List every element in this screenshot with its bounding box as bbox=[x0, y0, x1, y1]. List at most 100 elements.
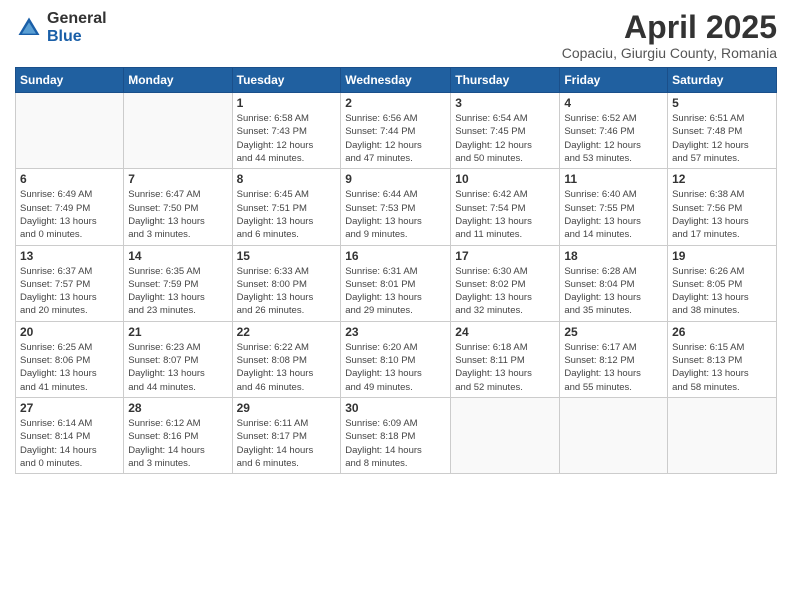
day-info: Sunrise: 6:58 AMSunset: 7:43 PMDaylight:… bbox=[237, 112, 337, 165]
col-thursday: Thursday bbox=[451, 68, 560, 93]
day-info: Sunrise: 6:45 AMSunset: 7:51 PMDaylight:… bbox=[237, 188, 337, 241]
day-info: Sunrise: 6:12 AMSunset: 8:16 PMDaylight:… bbox=[128, 417, 227, 470]
day-number: 13 bbox=[20, 249, 119, 263]
table-row: 18 Sunrise: 6:28 AMSunset: 8:04 PMDayligh… bbox=[560, 245, 668, 321]
day-info: Sunrise: 6:20 AMSunset: 8:10 PMDaylight:… bbox=[345, 341, 446, 394]
table-row: 20 Sunrise: 6:25 AMSunset: 8:06 PMDayligh… bbox=[16, 321, 124, 397]
day-info: Sunrise: 6:30 AMSunset: 8:02 PMDaylight:… bbox=[455, 265, 555, 318]
day-info: Sunrise: 6:23 AMSunset: 8:07 PMDaylight:… bbox=[128, 341, 227, 394]
col-sunday: Sunday bbox=[16, 68, 124, 93]
table-row bbox=[16, 93, 124, 169]
day-info: Sunrise: 6:44 AMSunset: 7:53 PMDaylight:… bbox=[345, 188, 446, 241]
day-number: 3 bbox=[455, 96, 555, 110]
day-number: 10 bbox=[455, 172, 555, 186]
day-info: Sunrise: 6:56 AMSunset: 7:44 PMDaylight:… bbox=[345, 112, 446, 165]
table-row: 8 Sunrise: 6:45 AMSunset: 7:51 PMDaylight… bbox=[232, 169, 341, 245]
day-info: Sunrise: 6:31 AMSunset: 8:01 PMDaylight:… bbox=[345, 265, 446, 318]
day-number: 9 bbox=[345, 172, 446, 186]
table-row: 29 Sunrise: 6:11 AMSunset: 8:17 PMDayligh… bbox=[232, 397, 341, 473]
logo: General Blue bbox=[15, 10, 107, 45]
table-row: 16 Sunrise: 6:31 AMSunset: 8:01 PMDayligh… bbox=[341, 245, 451, 321]
col-monday: Monday bbox=[124, 68, 232, 93]
header: General Blue April 2025 Copaciu, Giurgiu… bbox=[15, 10, 777, 61]
table-row: 26 Sunrise: 6:15 AMSunset: 8:13 PMDayligh… bbox=[668, 321, 777, 397]
logo-blue: Blue bbox=[47, 28, 107, 46]
table-row: 3 Sunrise: 6:54 AMSunset: 7:45 PMDaylight… bbox=[451, 93, 560, 169]
logo-icon bbox=[15, 14, 43, 42]
table-row: 23 Sunrise: 6:20 AMSunset: 8:10 PMDayligh… bbox=[341, 321, 451, 397]
day-info: Sunrise: 6:47 AMSunset: 7:50 PMDaylight:… bbox=[128, 188, 227, 241]
day-info: Sunrise: 6:17 AMSunset: 8:12 PMDaylight:… bbox=[564, 341, 663, 394]
calendar-header-row: Sunday Monday Tuesday Wednesday Thursday… bbox=[16, 68, 777, 93]
day-number: 11 bbox=[564, 172, 663, 186]
calendar-subtitle: Copaciu, Giurgiu County, Romania bbox=[562, 45, 777, 61]
day-info: Sunrise: 6:14 AMSunset: 8:14 PMDaylight:… bbox=[20, 417, 119, 470]
day-number: 22 bbox=[237, 325, 337, 339]
table-row: 14Sunrise: 6:35 AMSunset: 7:59 PMDayligh… bbox=[124, 245, 232, 321]
day-number: 12 bbox=[672, 172, 772, 186]
day-info: Sunrise: 6:15 AMSunset: 8:13 PMDaylight:… bbox=[672, 341, 772, 394]
calendar-week-2: 6Sunrise: 6:49 AMSunset: 7:49 PMDaylight… bbox=[16, 169, 777, 245]
day-number: 14 bbox=[128, 249, 227, 263]
day-number: 1 bbox=[237, 96, 337, 110]
col-tuesday: Tuesday bbox=[232, 68, 341, 93]
table-row: 7 Sunrise: 6:47 AMSunset: 7:50 PMDaylight… bbox=[124, 169, 232, 245]
table-row: 24 Sunrise: 6:18 AMSunset: 8:11 PMDayligh… bbox=[451, 321, 560, 397]
day-info: Sunrise: 6:49 AMSunset: 7:49 PMDaylight:… bbox=[20, 188, 119, 241]
table-row: 10 Sunrise: 6:42 AMSunset: 7:54 PMDayligh… bbox=[451, 169, 560, 245]
calendar-table: Sunday Monday Tuesday Wednesday Thursday… bbox=[15, 67, 777, 474]
day-info: Sunrise: 6:09 AMSunset: 8:18 PMDaylight:… bbox=[345, 417, 446, 470]
table-row bbox=[451, 397, 560, 473]
day-info: Sunrise: 6:40 AMSunset: 7:55 PMDaylight:… bbox=[564, 188, 663, 241]
day-info: Sunrise: 6:28 AMSunset: 8:04 PMDaylight:… bbox=[564, 265, 663, 318]
table-row: 27 Sunrise: 6:14 AMSunset: 8:14 PMDayligh… bbox=[16, 397, 124, 473]
day-number: 27 bbox=[20, 401, 119, 415]
page: General Blue April 2025 Copaciu, Giurgiu… bbox=[0, 0, 792, 612]
table-row: 6Sunrise: 6:49 AMSunset: 7:49 PMDaylight… bbox=[16, 169, 124, 245]
day-info: Sunrise: 6:22 AMSunset: 8:08 PMDaylight:… bbox=[237, 341, 337, 394]
day-info: Sunrise: 6:25 AMSunset: 8:06 PMDaylight:… bbox=[20, 341, 119, 394]
day-number: 19 bbox=[672, 249, 772, 263]
table-row: 5Sunrise: 6:51 AMSunset: 7:48 PMDaylight… bbox=[668, 93, 777, 169]
day-number: 5 bbox=[672, 96, 772, 110]
table-row: 1 Sunrise: 6:58 AMSunset: 7:43 PMDaylight… bbox=[232, 93, 341, 169]
table-row: 17 Sunrise: 6:30 AMSunset: 8:02 PMDayligh… bbox=[451, 245, 560, 321]
day-info: Sunrise: 6:33 AMSunset: 8:00 PMDaylight:… bbox=[237, 265, 337, 318]
day-number: 25 bbox=[564, 325, 663, 339]
calendar-week-5: 27 Sunrise: 6:14 AMSunset: 8:14 PMDayligh… bbox=[16, 397, 777, 473]
col-wednesday: Wednesday bbox=[341, 68, 451, 93]
day-info: Sunrise: 6:37 AMSunset: 7:57 PMDaylight:… bbox=[20, 265, 119, 318]
table-row: 22 Sunrise: 6:22 AMSunset: 8:08 PMDayligh… bbox=[232, 321, 341, 397]
day-number: 7 bbox=[128, 172, 227, 186]
day-number: 26 bbox=[672, 325, 772, 339]
table-row: 15 Sunrise: 6:33 AMSunset: 8:00 PMDayligh… bbox=[232, 245, 341, 321]
table-row: 12Sunrise: 6:38 AMSunset: 7:56 PMDayligh… bbox=[668, 169, 777, 245]
day-number: 4 bbox=[564, 96, 663, 110]
day-number: 20 bbox=[20, 325, 119, 339]
day-number: 16 bbox=[345, 249, 446, 263]
table-row: 11 Sunrise: 6:40 AMSunset: 7:55 PMDayligh… bbox=[560, 169, 668, 245]
day-info: Sunrise: 6:11 AMSunset: 8:17 PMDaylight:… bbox=[237, 417, 337, 470]
day-info: Sunrise: 6:52 AMSunset: 7:46 PMDaylight:… bbox=[564, 112, 663, 165]
logo-text: General Blue bbox=[47, 10, 107, 45]
day-info: Sunrise: 6:18 AMSunset: 8:11 PMDaylight:… bbox=[455, 341, 555, 394]
table-row bbox=[124, 93, 232, 169]
day-number: 2 bbox=[345, 96, 446, 110]
day-number: 17 bbox=[455, 249, 555, 263]
day-number: 21 bbox=[128, 325, 227, 339]
day-number: 29 bbox=[237, 401, 337, 415]
day-number: 30 bbox=[345, 401, 446, 415]
day-number: 15 bbox=[237, 249, 337, 263]
day-number: 23 bbox=[345, 325, 446, 339]
table-row: 13 Sunrise: 6:37 AMSunset: 7:57 PMDayligh… bbox=[16, 245, 124, 321]
day-number: 8 bbox=[237, 172, 337, 186]
table-row: 30 Sunrise: 6:09 AMSunset: 8:18 PMDayligh… bbox=[341, 397, 451, 473]
day-info: Sunrise: 6:42 AMSunset: 7:54 PMDaylight:… bbox=[455, 188, 555, 241]
day-info: Sunrise: 6:54 AMSunset: 7:45 PMDaylight:… bbox=[455, 112, 555, 165]
table-row bbox=[668, 397, 777, 473]
day-number: 18 bbox=[564, 249, 663, 263]
calendar-title: April 2025 bbox=[562, 10, 777, 45]
table-row: 19Sunrise: 6:26 AMSunset: 8:05 PMDayligh… bbox=[668, 245, 777, 321]
table-row bbox=[560, 397, 668, 473]
day-number: 24 bbox=[455, 325, 555, 339]
